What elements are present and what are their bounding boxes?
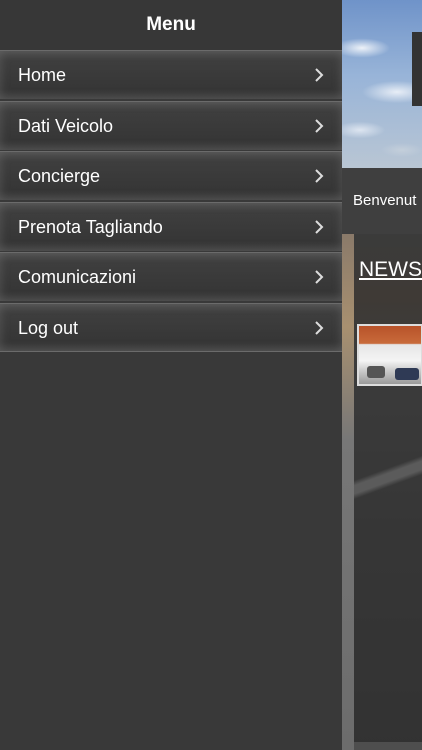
chevron-right-icon	[312, 270, 326, 285]
menu-item-label: Home	[18, 65, 67, 85]
chevron-right-icon	[312, 68, 326, 82]
menu-item-comunicazioni[interactable]: Comunicazioni	[0, 252, 342, 302]
background-page: Benvenut NEWS	[342, 0, 422, 750]
road-edge-image	[342, 234, 354, 750]
menu-item-label: Log out	[18, 317, 79, 338]
header-tab[interactable]	[412, 32, 422, 106]
menu-item-concierge[interactable]: Concierge	[0, 151, 342, 201]
menu-item-label: Comunicazioni	[18, 267, 137, 288]
chevron-right-icon	[312, 118, 326, 133]
welcome-text: Benvenut	[353, 192, 417, 209]
menu-item-label: Prenota Tagliando	[18, 216, 163, 237]
news-panel: NEWS	[354, 234, 422, 742]
menu-item-label: Dati Veicolo	[18, 115, 114, 136]
side-menu: Menu Home Dati Veicolo Concierge Prenota…	[0, 0, 342, 750]
chevron-right-icon	[312, 220, 326, 234]
news-title-link[interactable]: NEWS	[359, 258, 422, 282]
menu-title: Menu	[0, 0, 342, 50]
news-thumbnail[interactable]	[357, 324, 422, 386]
menu-list: Home Dati Veicolo Concierge Prenota Tagl…	[0, 50, 342, 352]
chevron-right-icon	[312, 169, 326, 183]
menu-item-label: Concierge	[18, 166, 101, 187]
menu-item-home[interactable]: Home	[0, 50, 342, 99]
welcome-bar: Benvenut	[342, 168, 422, 234]
sky-hero-image	[342, 0, 422, 168]
menu-item-prenota-tagliando[interactable]: Prenota Tagliando	[0, 201, 342, 251]
menu-item-log-out[interactable]: Log out	[0, 302, 342, 352]
chevron-right-icon	[312, 321, 326, 335]
menu-item-dati-veicolo[interactable]: Dati Veicolo	[0, 100, 342, 150]
